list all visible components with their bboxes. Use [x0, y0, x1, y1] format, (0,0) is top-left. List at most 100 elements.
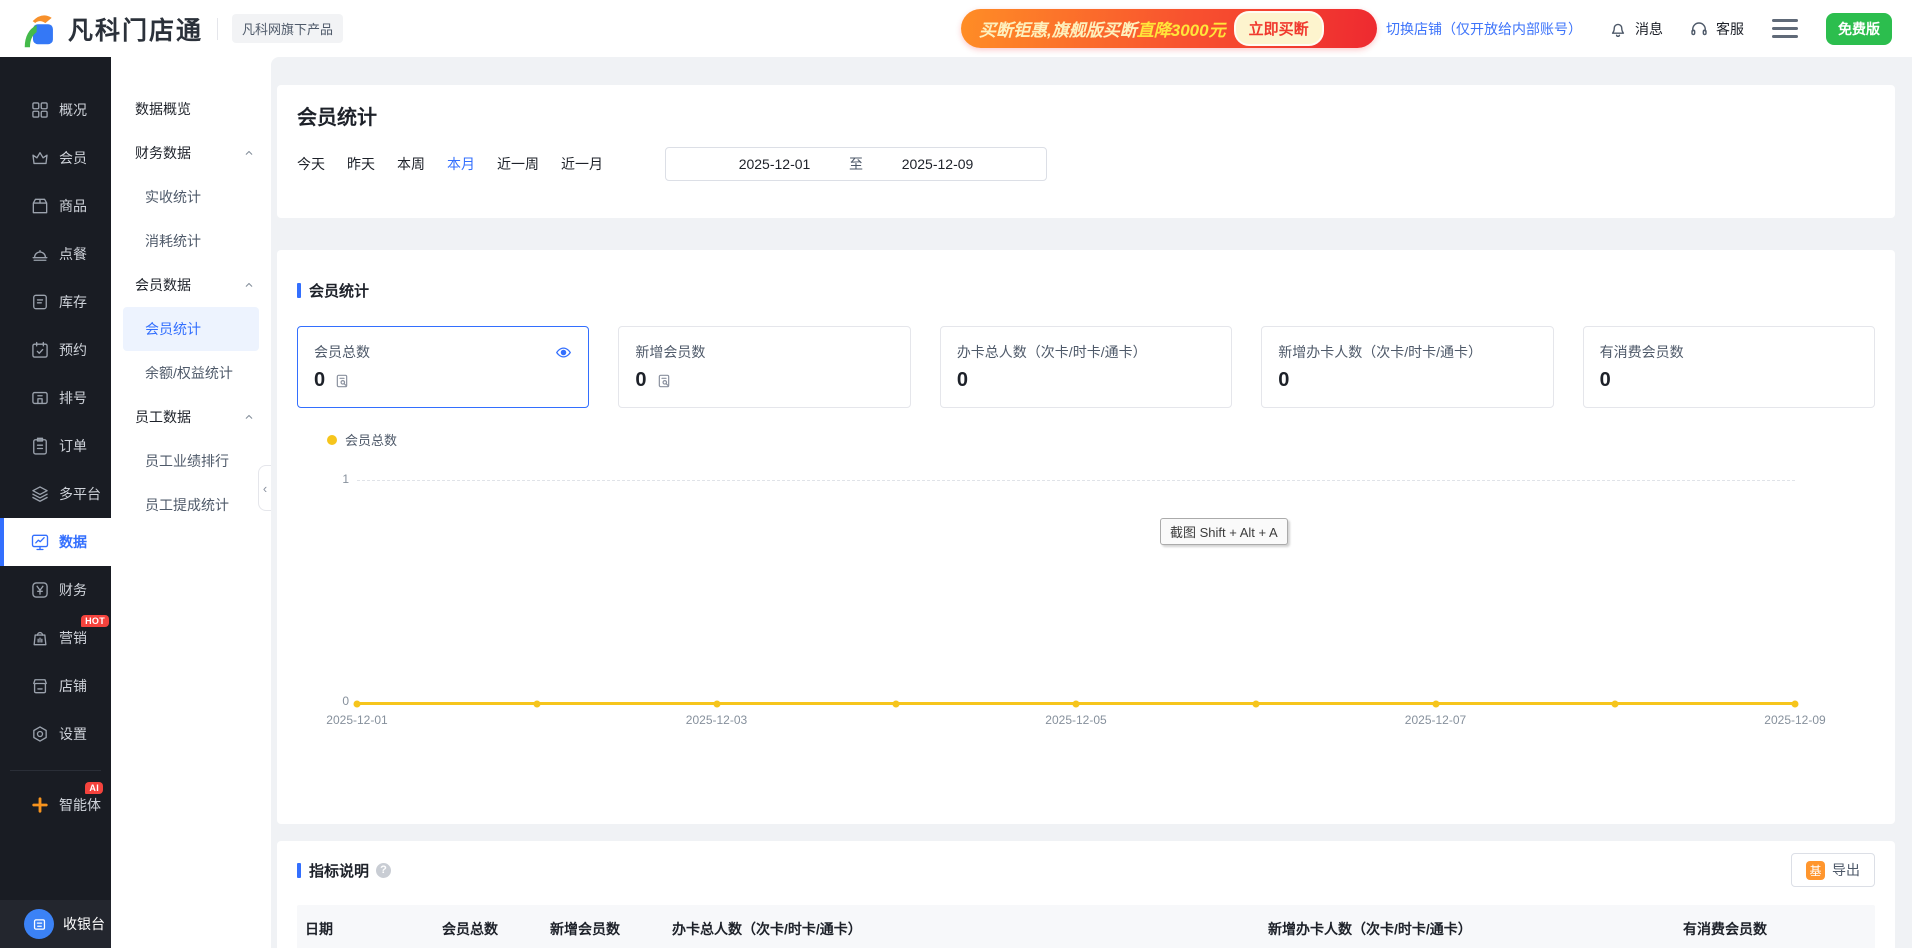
- metrics-header: 指标说明 ? 基 导出: [297, 853, 1875, 887]
- legend-label: 会员总数: [345, 430, 397, 449]
- stat-card-consuming-members[interactable]: 有消费会员数 0: [1583, 326, 1875, 408]
- chart-data-point: [1792, 700, 1799, 707]
- plan-badge[interactable]: 免费版: [1826, 13, 1892, 45]
- title-filter-panel: 会员统计 今天 昨天 本周 本月 近一周 近一月 2025-12-01 至 20…: [277, 85, 1895, 218]
- subnav-item-consumption-stats[interactable]: 消耗统计: [111, 219, 271, 263]
- y-axis-tick-0: 0: [297, 694, 349, 708]
- col-header-new-members: 新增会员数: [550, 905, 620, 948]
- storefront-icon: [30, 676, 50, 696]
- col-header-total-cardholders: 办卡总人数（次卡/时卡/通卡）: [672, 905, 862, 948]
- detail-search-icon[interactable]: [656, 373, 672, 389]
- stat-card-value: 0: [314, 369, 325, 392]
- date-separator: 至: [849, 154, 863, 174]
- screenshot-shortcut-tooltip: 截图 Shift + Alt + A: [1160, 518, 1288, 545]
- x-axis-tick: 2025-12-03: [652, 713, 782, 727]
- sidebar-item-inventory[interactable]: 库存: [0, 278, 111, 326]
- filter-today[interactable]: 今天: [297, 154, 325, 174]
- support-label: 客服: [1716, 19, 1744, 39]
- sidebar-item-marketing[interactable]: 营销 HOT: [0, 614, 111, 662]
- end-date[interactable]: 2025-12-09: [863, 156, 1012, 172]
- col-header-date: 日期: [305, 905, 333, 948]
- calendar-check-icon: [30, 340, 50, 360]
- crown-icon: [30, 148, 50, 168]
- subnav-collapse-handle[interactable]: ‹: [258, 465, 271, 511]
- filter-last-30-days[interactable]: 近一月: [561, 154, 603, 174]
- subnav-group-staff-data[interactable]: 员工数据: [111, 395, 271, 439]
- sidebar-item-settings[interactable]: 设置: [0, 710, 111, 758]
- sidebar-item-data[interactable]: 数据: [0, 518, 111, 566]
- headset-icon: [1689, 19, 1709, 39]
- promo-cta-button[interactable]: 立即买断: [1234, 11, 1324, 46]
- subnav-item-member-stats[interactable]: 会员统计: [123, 307, 259, 351]
- stat-card-label: 新增办卡人数（次卡/时卡/通卡）: [1278, 342, 1482, 362]
- chart-series-line: [357, 702, 1795, 705]
- menu-icon[interactable]: [1770, 15, 1800, 42]
- sidebar-item-orders[interactable]: 订单: [0, 422, 111, 470]
- sidebar-item-store[interactable]: 店铺: [0, 662, 111, 710]
- ledger-icon: [30, 292, 50, 312]
- promo-banner[interactable]: 买断钜惠,旗舰版买断直降3000元 立即买断: [961, 9, 1377, 48]
- sidebar-item-agent[interactable]: 智能体 AI: [0, 781, 111, 829]
- divider: [217, 18, 218, 40]
- subnav-item-received-stats[interactable]: 实收统计: [111, 175, 271, 219]
- filter-this-month[interactable]: 本月: [447, 154, 475, 174]
- subnav-item-staff-commission[interactable]: 员工提成统计: [111, 483, 271, 527]
- ticket-icon: [30, 388, 50, 408]
- x-axis-tick: 2025-12-05: [1011, 713, 1141, 727]
- x-axis-tick: 2025-12-07: [1371, 713, 1501, 727]
- detail-search-icon[interactable]: [334, 373, 350, 389]
- data-subnav: 数据概览 财务数据 实收统计 消耗统计 会员数据 会员统计 余额/权益统计 员工…: [111, 57, 271, 948]
- subnav-item-overview[interactable]: 数据概览: [111, 87, 271, 131]
- subnav-item-balance-stats[interactable]: 余额/权益统计: [111, 351, 271, 395]
- app-title: 凡科门店通: [68, 11, 203, 47]
- sidebar-item-booking[interactable]: 预约: [0, 326, 111, 374]
- member-stats-panel: 会员统计 会员总数 0 新增会员数 0: [277, 250, 1895, 824]
- x-axis-tick: 2025-12-09: [1730, 713, 1860, 727]
- eye-icon[interactable]: [555, 344, 572, 361]
- page-title: 会员统计: [297, 85, 1875, 130]
- sidebar-item-members[interactable]: 会员: [0, 134, 111, 182]
- x-axis-tick: 2025-12-01: [292, 713, 422, 727]
- sidebar-item-products[interactable]: 商品: [0, 182, 111, 230]
- metrics-panel: 指标说明 ? 基 导出 日期 会员总数 新增会员数 办卡总人数（次卡/时卡/通卡…: [277, 841, 1895, 948]
- chart-legend[interactable]: 会员总数: [327, 430, 1875, 449]
- section-accent-bar: [297, 283, 301, 298]
- col-header-total-members: 会员总数: [442, 905, 498, 948]
- sidebar-item-multiplatform[interactable]: 多平台: [0, 470, 111, 518]
- basic-plan-icon: 基: [1806, 861, 1825, 880]
- start-date[interactable]: 2025-12-01: [700, 156, 849, 172]
- sidebar-item-ordering[interactable]: 点餐: [0, 230, 111, 278]
- stat-card-total-members[interactable]: 会员总数 0: [297, 326, 589, 408]
- promo-text: 买断钜惠,旗舰版买断直降3000元: [979, 16, 1226, 41]
- chart-data-point: [354, 700, 361, 707]
- export-button[interactable]: 基 导出: [1791, 853, 1875, 887]
- stat-card-total-cardholders[interactable]: 办卡总人数（次卡/时卡/通卡） 0: [940, 326, 1232, 408]
- stat-card-new-members[interactable]: 新增会员数 0: [618, 326, 910, 408]
- section-title: 会员统计: [309, 280, 369, 301]
- support-button[interactable]: 客服: [1689, 19, 1744, 39]
- yuan-icon: [30, 580, 50, 600]
- sidebar-item-finance[interactable]: 财务: [0, 566, 111, 614]
- section-accent-bar: [297, 863, 301, 878]
- filter-yesterday[interactable]: 昨天: [347, 154, 375, 174]
- help-icon[interactable]: ?: [376, 863, 391, 878]
- messages-button[interactable]: 消息: [1608, 19, 1663, 39]
- hot-badge: HOT: [81, 615, 109, 627]
- date-range-picker[interactable]: 2025-12-01 至 2025-12-09: [665, 147, 1047, 181]
- stat-card-label: 新增会员数: [635, 342, 705, 362]
- sidebar-item-overview[interactable]: 概况: [0, 86, 111, 134]
- sidebar-item-cashier[interactable]: 收银台: [0, 900, 111, 948]
- chart-data-point: [1252, 700, 1259, 707]
- subnav-item-staff-ranking[interactable]: 员工业绩排行: [111, 439, 271, 483]
- chart-data-point: [893, 700, 900, 707]
- filter-this-week[interactable]: 本周: [397, 154, 425, 174]
- subnav-group-finance-data[interactable]: 财务数据: [111, 131, 271, 175]
- stat-card-new-cardholders[interactable]: 新增办卡人数（次卡/时卡/通卡） 0: [1261, 326, 1553, 408]
- chart-data-point: [713, 700, 720, 707]
- switch-store-link[interactable]: 切换店铺（仅开放给内部账号）: [1386, 19, 1582, 39]
- filter-last-7-days[interactable]: 近一周: [497, 154, 539, 174]
- subnav-group-member-data[interactable]: 会员数据: [111, 263, 271, 307]
- sidebar-item-queue[interactable]: 排号: [0, 374, 111, 422]
- chart-data-point: [1432, 700, 1439, 707]
- promo-highlight: 直降3000元: [1137, 21, 1226, 40]
